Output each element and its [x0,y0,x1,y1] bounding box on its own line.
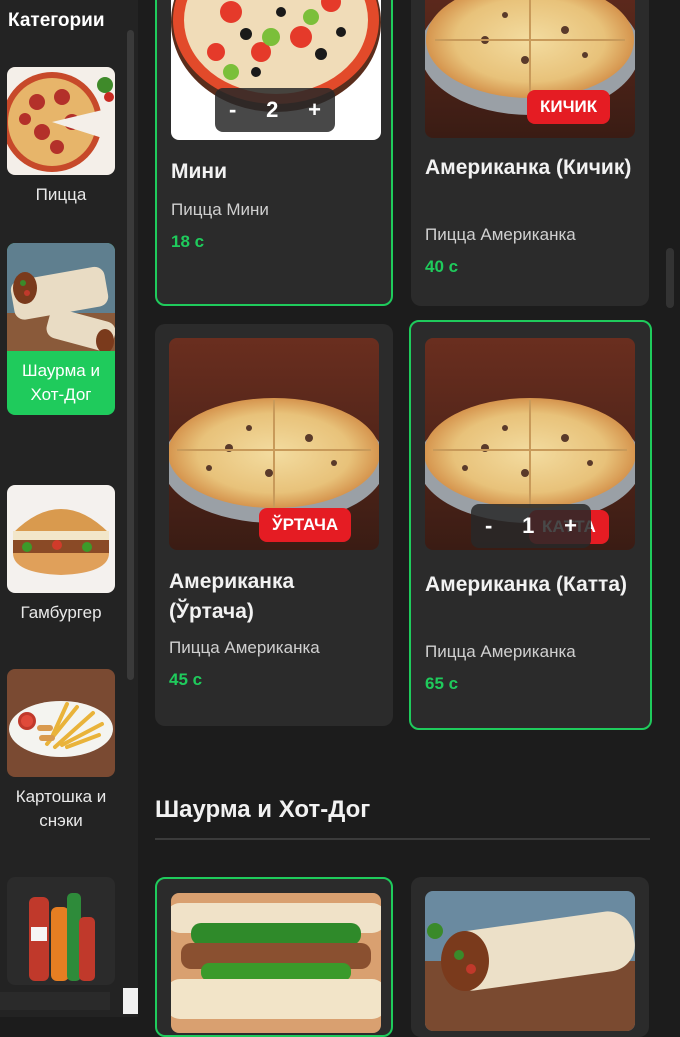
category-pizza[interactable]: Пицца [7,67,115,207]
product-name: Мини [171,160,227,183]
category-shawarma[interactable]: Шаурма и Хот-Дог [7,243,115,415]
product-price: 18 с [171,232,205,251]
category-label: Пицца [35,185,87,204]
product-card-american-large[interactable]: КАТТА - 1 + Американка (Катта) Пицца Аме… [409,320,652,730]
product-name: Американка (Кичик) [425,156,632,179]
scrollbar-thumb[interactable] [123,988,138,1014]
section-divider [155,838,650,840]
product-name: Американка (Катта) [425,573,628,596]
shawarma-image [7,243,115,351]
category-burger[interactable]: Гамбургер [7,485,115,625]
product-card-wrap[interactable] [411,877,649,1037]
quantity-value: 1 [522,513,535,538]
wrap-image [425,891,635,1031]
product-card-shawarma[interactable] [155,877,393,1037]
product-price: 65 с [425,674,459,693]
quantity-value: 2 [266,97,279,122]
decrement-button[interactable]: - [485,513,492,539]
size-badge: ЎРТАЧА [259,508,352,542]
quantity-stepper[interactable]: - 1 + [471,504,591,548]
product-card-mini[interactable]: - 2 + Мини Пицца Мини 18 с [155,0,393,306]
product-name: Американка (Ўртача) [169,570,295,623]
sidebar-scrollbar[interactable] [127,30,134,680]
shawarma-image [171,893,381,1033]
category-label: Картошка и снэки [15,787,107,830]
product-card-american-small[interactable]: КИЧИК Американка (Кичик) Пицца Американк… [411,0,649,306]
pizza-image [7,67,115,175]
increment-button[interactable]: + [308,97,321,123]
product-price: 45 с [169,670,203,689]
drinks-image [7,877,115,985]
product-subtitle: Пицца Американка [425,642,576,661]
category-fries[interactable]: Картошка и снэки [7,669,115,833]
product-subtitle: Пицца Американка [425,225,576,244]
product-subtitle: Пицца Американка [169,638,320,657]
increment-button[interactable]: + [564,513,577,539]
section-title: Шаурма и Хот-Дог [155,796,371,823]
decrement-button[interactable]: - [229,97,236,123]
category-label: Шаурма и Хот-Дог [22,361,100,404]
sidebar-horizontal-scrollbar[interactable] [0,992,110,1010]
quantity-stepper[interactable]: - 2 + [215,88,335,132]
category-sidebar: Категории Пицца Шаурма и Хот-Дог Гамбург… [0,0,138,1017]
product-subtitle: Пицца Мини [171,200,269,219]
burger-image [7,485,115,593]
main-scrollbar[interactable] [666,248,674,308]
product-card-american-medium[interactable]: ЎРТАЧА Американка (Ўртача) Пицца Америка… [155,324,393,726]
category-drinks[interactable] [7,877,115,985]
size-badge: КИЧИК [527,90,611,124]
category-label: Гамбургер [20,603,102,622]
product-price: 40 с [425,257,459,276]
fries-image [7,669,115,777]
sidebar-title: Категории [8,10,105,31]
